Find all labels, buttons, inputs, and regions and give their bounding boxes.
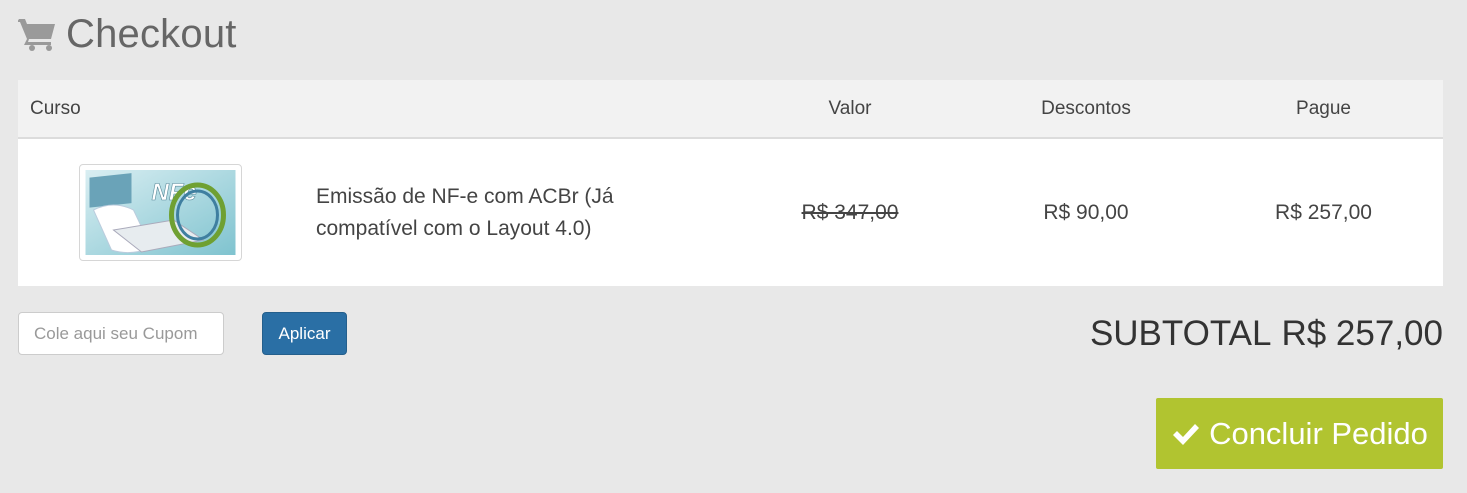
shopping-cart-icon [18, 19, 55, 51]
column-header-discounts: Descontos [1041, 97, 1131, 119]
table-header: Curso Valor Descontos Pague [18, 80, 1443, 139]
column-header-course: Curso [30, 97, 81, 119]
apply-coupon-button[interactable]: Aplicar [262, 312, 347, 355]
nfe-logo-image: NFe [85, 170, 236, 255]
checkout-page: Checkout Curso Valor Descontos Pague NFe… [0, 0, 1467, 493]
conclude-order-button[interactable]: Concluir Pedido [1156, 398, 1443, 469]
check-icon [1173, 423, 1200, 445]
page-header: Checkout [18, 12, 237, 56]
subtotal-label: SUBTOTAL [1089, 314, 1272, 353]
original-price: R$ 347,00 [801, 200, 899, 224]
table-row: NFe Emissão de NF-e com ACBr (Já compatí… [18, 139, 1443, 286]
column-header-pay: Pague [1296, 97, 1351, 119]
subtotal: SUBTOTAL R$ 257,00 [1090, 312, 1443, 356]
conclude-order-label: Concluir Pedido [1209, 415, 1428, 451]
page-title: Checkout [66, 11, 237, 56]
cart-table: Curso Valor Descontos Pague NFe Emissão … [18, 80, 1443, 286]
discount-cell: R$ 90,00 [1043, 200, 1129, 224]
column-header-price: Valor [828, 97, 872, 119]
pay-cell: R$ 257,00 [1275, 200, 1372, 224]
course-cell: NFe Emissão de NF-e com ACBr (Já compatí… [18, 139, 732, 286]
coupon-input[interactable] [18, 312, 224, 355]
subtotal-value: R$ 257,00 [1281, 314, 1443, 353]
course-thumbnail: NFe [79, 164, 242, 261]
price-cell: R$ 347,00 [732, 201, 968, 225]
course-name: Emissão de NF-e com ACBr (Já compatível … [316, 184, 614, 240]
